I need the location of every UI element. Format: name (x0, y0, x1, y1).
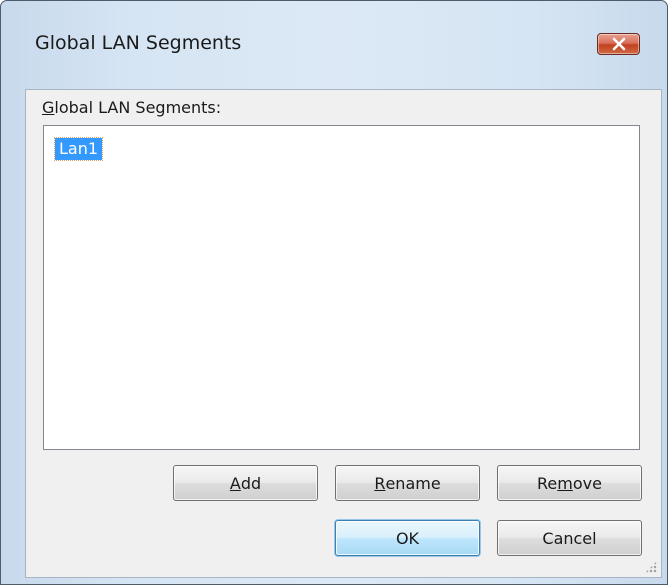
rename-button[interactable]: Rename (335, 465, 480, 501)
cancel-button[interactable]: Cancel (497, 520, 642, 556)
ok-button[interactable]: OK (335, 520, 480, 556)
title-bar[interactable]: Global LAN Segments (1, 1, 667, 89)
resize-grip-icon[interactable] (645, 561, 657, 573)
add-button[interactable]: Add (173, 465, 318, 501)
remove-button-text-pre: Re (537, 473, 558, 493)
window-title: Global LAN Segments (35, 32, 242, 54)
close-icon (612, 37, 626, 51)
remove-button-text-post: ove (572, 473, 602, 493)
list-label-accel: G (42, 98, 55, 117)
close-button[interactable] (597, 33, 640, 55)
add-button-accel: A (229, 473, 241, 493)
list-label-text: lobal LAN Segments: (54, 98, 222, 117)
list-label: Global LAN Segments: (42, 98, 221, 117)
rename-button-accel: R (374, 473, 386, 493)
dialog-client-area: Global LAN Segments: Lan1 Add Rename Re m… (25, 89, 662, 578)
rename-button-text: ename (385, 473, 441, 493)
dialog-window: Global LAN Segments Global LAN Segments:… (0, 0, 668, 585)
segments-listbox[interactable]: Lan1 (43, 125, 640, 450)
remove-button[interactable]: Re m ove (497, 465, 642, 501)
list-item-lan1[interactable]: Lan1 (53, 137, 104, 161)
remove-button-accel: m (557, 473, 573, 493)
add-button-text: dd (240, 473, 262, 493)
